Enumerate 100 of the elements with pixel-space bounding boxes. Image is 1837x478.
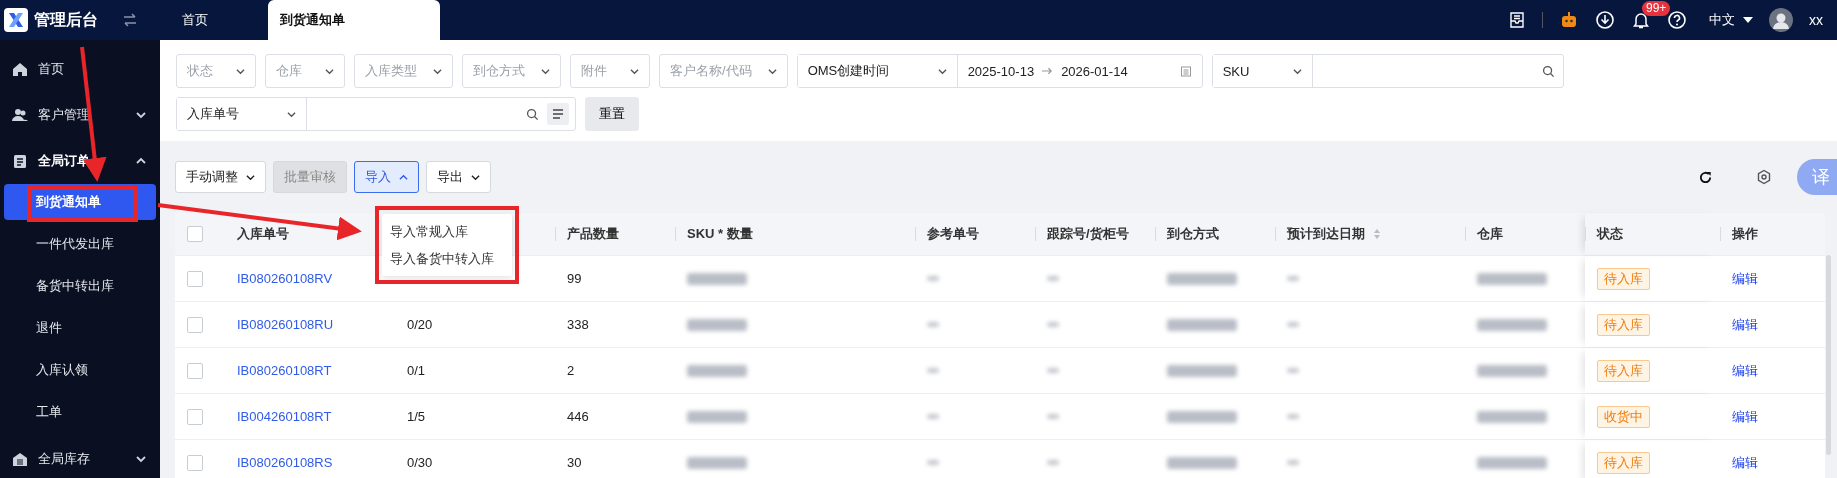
column-header: 预计到达日期	[1287, 225, 1365, 243]
toolbar-button[interactable]: 导出	[426, 161, 491, 193]
sidebar-subitem[interactable]: 入库认领	[4, 352, 156, 388]
help-icon[interactable]	[1667, 10, 1687, 30]
blurred-text	[1047, 276, 1059, 281]
status-tag: 收货中	[1597, 405, 1650, 428]
blurred-text	[927, 368, 939, 373]
table-cell: 1/5	[407, 409, 426, 424]
blurred-text	[1167, 410, 1237, 423]
blurred-text	[1167, 272, 1237, 285]
table-cell: 446	[567, 409, 589, 424]
blurred-text	[1477, 364, 1547, 377]
order-number-link[interactable]: IB080260108RV	[237, 271, 333, 286]
sidebar-subitem[interactable]: 一件代发出库	[4, 226, 156, 262]
edit-link[interactable]: 编辑	[1732, 361, 1758, 380]
blurred-text	[1477, 456, 1547, 469]
blurred-text	[1047, 368, 1059, 373]
column-header: 到仓方式	[1167, 225, 1219, 243]
sidebar-subitem[interactable]: 备货中转出库	[4, 268, 156, 304]
chevron-down-icon	[630, 66, 639, 76]
home-icon	[12, 61, 28, 77]
chevron-down-icon	[236, 66, 245, 76]
inbox-icon[interactable]	[1508, 11, 1526, 29]
row-checkbox[interactable]	[187, 316, 203, 333]
language-select[interactable]: 中文	[1709, 11, 1753, 29]
app-title: 管理后台	[34, 9, 98, 30]
blurred-text	[1287, 414, 1299, 419]
blurred-text	[927, 276, 939, 281]
chevron-down-icon	[325, 66, 334, 76]
column-header: 操作	[1732, 225, 1758, 243]
page-tab[interactable]: 首页	[170, 0, 220, 40]
blurred-text	[1477, 318, 1547, 331]
column-header: SKU * 数量	[687, 225, 753, 243]
toolbar-button[interactable]: 手动调整	[175, 161, 266, 193]
chevron-icon	[399, 172, 408, 182]
edit-link[interactable]: 编辑	[1732, 269, 1758, 288]
blurred-text	[687, 364, 747, 377]
table-cell: 0/20	[407, 317, 433, 332]
table-cell: 99	[567, 271, 582, 286]
column-header: 入库单号	[237, 225, 289, 243]
refresh-icon[interactable]	[1698, 169, 1713, 185]
sidebar-item[interactable]: 首页	[0, 46, 160, 92]
row-checkbox[interactable]	[187, 362, 203, 379]
table-cell: 2	[567, 363, 575, 378]
menu-item[interactable]: 导入常规入库	[382, 218, 512, 245]
blurred-text	[1047, 414, 1059, 419]
menu-item[interactable]: 导入备货中转入库	[382, 245, 512, 272]
notification-badge: 99+	[1642, 1, 1671, 16]
table-cell: 30	[567, 455, 582, 470]
column-header: 仓库	[1477, 225, 1503, 243]
users-icon	[12, 107, 28, 123]
blurred-text	[1287, 368, 1299, 373]
blurred-text	[1287, 460, 1299, 465]
order-number-link[interactable]: IB004260108RT	[237, 409, 332, 424]
download-icon[interactable]	[1595, 10, 1615, 30]
edit-link[interactable]: 编辑	[1732, 407, 1758, 426]
toolbar-button[interactable]: 导入	[354, 161, 419, 193]
sidebar-item[interactable]: 全局库存	[0, 436, 160, 478]
reset-button[interactable]: 重置	[585, 97, 639, 131]
avatar-icon[interactable]	[1769, 8, 1793, 32]
blurred-text	[1477, 272, 1547, 285]
blurred-text	[927, 460, 939, 465]
row-checkbox[interactable]	[187, 408, 203, 425]
chevron-down-icon	[433, 66, 442, 76]
blurred-text	[1287, 276, 1299, 281]
status-tag: 待入库	[1597, 451, 1650, 474]
status-tag: 待入库	[1597, 359, 1650, 382]
logo-icon	[4, 8, 28, 32]
row-checkbox[interactable]	[187, 454, 203, 471]
edit-link[interactable]: 编辑	[1732, 453, 1758, 472]
sidebar-subitem[interactable]: 退件	[4, 310, 156, 346]
swap-icon[interactable]	[122, 12, 138, 28]
blurred-text	[927, 322, 939, 327]
blurred-text	[1167, 318, 1237, 331]
order-number-link[interactable]: IB080260108RT	[237, 363, 332, 378]
page-tab[interactable]: 到货通知单	[268, 0, 440, 40]
table-cell: 338	[567, 317, 589, 332]
edit-link[interactable]: 编辑	[1732, 315, 1758, 334]
status-tag: 待入库	[1597, 267, 1650, 290]
chevron-icon	[246, 172, 255, 182]
order-number-link[interactable]: IB080260108RS	[237, 455, 333, 470]
row-checkbox[interactable]	[187, 270, 203, 287]
order-number-link[interactable]: IB080260108RU	[237, 317, 334, 332]
chevron-down-icon	[767, 66, 777, 76]
column-header: 跟踪号/货柜号	[1047, 225, 1129, 243]
status-tag: 待入库	[1597, 313, 1650, 336]
building-icon	[12, 451, 28, 467]
scrollbar[interactable]	[1826, 255, 1831, 455]
user-name[interactable]: xx	[1809, 12, 1823, 28]
bell-icon[interactable]	[1631, 10, 1651, 30]
select-all-checkbox[interactable]	[187, 226, 203, 242]
sidebar-subitem[interactable]: 工单	[4, 394, 156, 430]
settings-icon[interactable]	[1756, 169, 1772, 185]
blurred-text	[1477, 410, 1547, 423]
table-cell: 0/30	[407, 455, 433, 470]
robot-icon[interactable]	[1559, 10, 1579, 30]
chevron-down-icon	[541, 66, 550, 76]
blurred-text	[1167, 456, 1237, 469]
chevron-icon	[471, 172, 480, 182]
blurred-text	[1167, 364, 1237, 377]
